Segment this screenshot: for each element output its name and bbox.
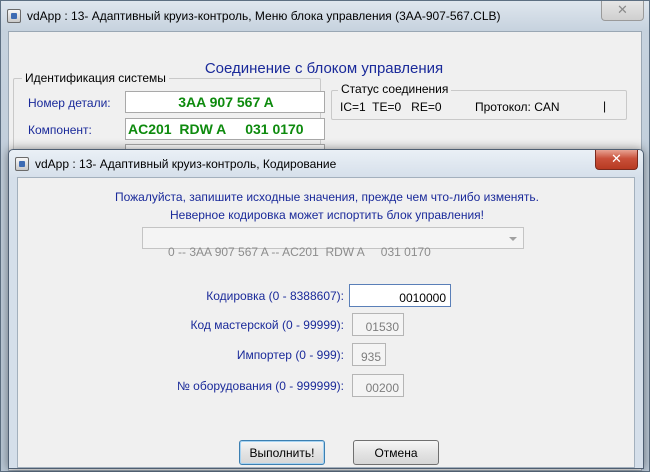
part-number-field: 3AA 907 567 A xyxy=(125,91,325,113)
execute-button[interactable]: Выполнить! xyxy=(239,440,325,465)
main-window-title: vdApp : 13- Адаптивный круиз-контроль, М… xyxy=(27,9,501,23)
main-titlebar: vdApp : 13- Адаптивный круиз-контроль, М… xyxy=(1,1,649,31)
dialog-client-area: Пожалуйста, запишите исходные значения, … xyxy=(17,177,635,468)
main-close-button[interactable]: ✕ xyxy=(601,1,644,21)
coding-dialog: vdApp : 13- Адаптивный круиз-контроль, К… xyxy=(8,149,644,469)
coding-input[interactable] xyxy=(349,284,451,307)
part-number-label: Номер детали: xyxy=(28,96,111,110)
protocol-text: Протокол: CAN xyxy=(475,100,560,114)
close-icon: ✕ xyxy=(617,3,628,18)
close-icon: ✕ xyxy=(611,152,622,167)
warning-line-1: Пожалуйста, запишите исходные значения, … xyxy=(114,190,539,204)
identification-group-title: Идентификация системы xyxy=(22,71,169,85)
controller-select-value: 0 -- 3AA 907 567 A -- AC201 RDW A 031 01… xyxy=(168,245,431,259)
equipment-number-label: № оборудования (0 - 999999): xyxy=(176,379,344,393)
connection-counters: IC=1 TE=0 RE=0 xyxy=(340,100,442,114)
warning-line-2: Неверное кодировка может испортить блок … xyxy=(170,208,484,222)
dialog-close-button[interactable]: ✕ xyxy=(595,150,638,170)
connection-status-title: Статус соединения xyxy=(338,82,452,96)
app-icon xyxy=(7,9,21,23)
component-label: Компонент: xyxy=(28,123,92,137)
dialog-app-icon xyxy=(15,156,29,171)
dialog-titlebar: vdApp : 13- Адаптивный круиз-контроль, К… xyxy=(9,150,643,177)
component-field: AC201 RDW A 031 0170 xyxy=(125,118,325,140)
importer-label: Импортер (0 - 999): xyxy=(236,348,344,362)
importer-input[interactable] xyxy=(352,343,386,366)
status-indicator: | xyxy=(603,99,607,113)
workshop-code-input[interactable] xyxy=(352,313,404,336)
cancel-button[interactable]: Отмена xyxy=(353,440,439,465)
coding-label: Кодировка (0 - 8388607): xyxy=(206,289,344,303)
controller-select[interactable]: 0 -- 3AA 907 567 A -- AC201 RDW A 031 01… xyxy=(142,227,524,259)
workshop-code-label: Код мастерской (0 - 99999): xyxy=(190,318,345,332)
equipment-number-input[interactable] xyxy=(352,374,404,397)
chevron-down-icon xyxy=(509,237,517,241)
dialog-title: vdApp : 13- Адаптивный круиз-контроль, К… xyxy=(35,156,337,171)
